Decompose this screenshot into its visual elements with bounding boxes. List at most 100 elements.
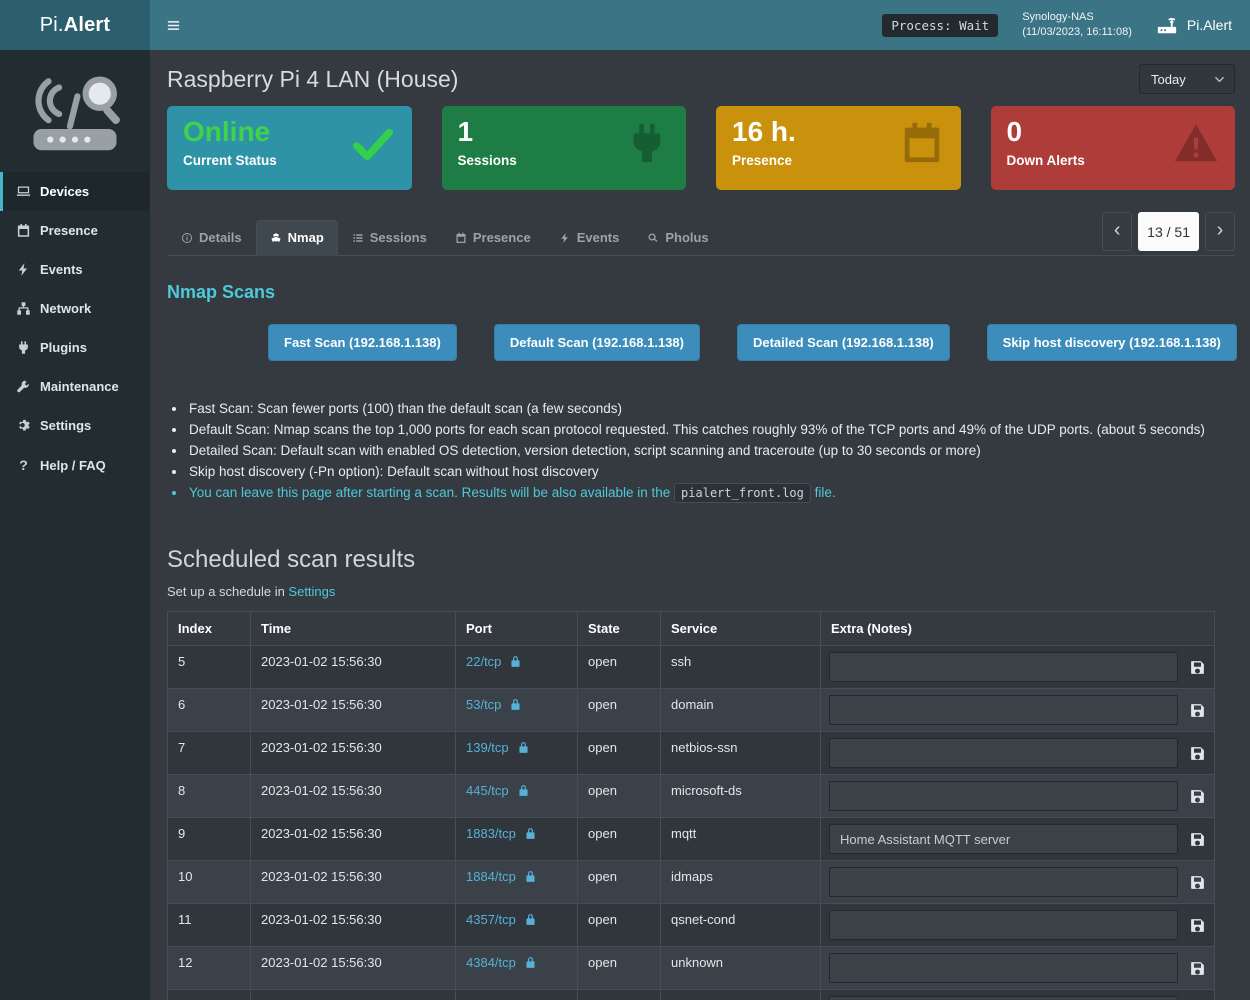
note-input[interactable] <box>829 781 1178 811</box>
cell-service: unknown <box>661 947 821 990</box>
status-card-current-status: Online Current Status <box>167 106 412 190</box>
cell-state: open <box>578 990 661 1000</box>
sidebar-item-help[interactable]: ? Help / FAQ <box>0 445 150 485</box>
note-input[interactable] <box>829 910 1178 940</box>
period-select[interactable]: Today <box>1139 64 1235 94</box>
tab-nmap[interactable]: Nmap <box>256 220 338 256</box>
page-title: Raspberry Pi 4 LAN (House) <box>167 66 458 93</box>
process-status-badge: Process: Wait <box>882 14 998 37</box>
col-header-service: Service <box>661 612 821 646</box>
sidebar-item-presence[interactable]: Presence <box>0 211 150 250</box>
cell-service: domain <box>661 689 821 732</box>
cell-time: 2023-01-02 15:56:30 <box>251 689 456 732</box>
log-file-chip: pialert_front.log <box>674 483 811 503</box>
bullet-log-note: You can leave this page after starting a… <box>187 482 1235 504</box>
device-tabs: Details Nmap Sessions Presence Events Ph… <box>167 220 723 255</box>
sidebar-item-network[interactable]: Network <box>0 289 150 328</box>
note-input[interactable] <box>829 996 1178 1000</box>
app-logo[interactable]: Pi.Alert <box>0 0 150 50</box>
save-icon <box>1189 788 1206 805</box>
save-note-button[interactable] <box>1189 745 1206 762</box>
save-note-button[interactable] <box>1189 788 1206 805</box>
save-icon <box>1189 917 1206 934</box>
save-icon <box>1189 960 1206 977</box>
note-input[interactable] <box>829 824 1178 854</box>
prev-device-button[interactable]: ‹ <box>1102 212 1132 251</box>
chevron-right-icon: › <box>1217 219 1224 242</box>
tab-events[interactable]: Events <box>545 220 634 256</box>
period-select-value: Today <box>1151 72 1186 87</box>
tab-label: Sessions <box>370 230 427 245</box>
cell-index: 12 <box>168 947 251 990</box>
tab-details[interactable]: Details <box>167 220 256 256</box>
sidebar-item-plugins[interactable]: Plugins <box>0 328 150 367</box>
col-header-time: Time <box>251 612 456 646</box>
cell-port: 139/tcp <box>456 732 578 775</box>
save-note-button[interactable] <box>1189 960 1206 977</box>
lock-icon <box>524 870 537 883</box>
user-menu[interactable]: Pi.Alert <box>1156 14 1232 36</box>
table-row: 7 2023-01-02 15:56:30 139/tcp open netbi… <box>168 732 1215 775</box>
note-input[interactable] <box>829 652 1178 682</box>
port-link[interactable]: 1883/tcp <box>466 826 516 841</box>
save-note-button[interactable] <box>1189 874 1206 891</box>
main-content: Raspberry Pi 4 LAN (House) Today Online … <box>150 50 1250 1000</box>
cell-state: open <box>578 904 661 947</box>
note-input[interactable] <box>829 867 1178 897</box>
calendar-icon <box>899 120 945 166</box>
table-row: 12 2023-01-02 15:56:30 4384/tcp open unk… <box>168 947 1215 990</box>
sidebar: Devices Presence Events Network Plugins … <box>0 50 150 1000</box>
table-row: 10 2023-01-02 15:56:30 1884/tcp open idm… <box>168 861 1215 904</box>
sidebar-item-devices[interactable]: Devices <box>0 172 150 211</box>
port-link[interactable]: 445/tcp <box>466 783 509 798</box>
note-input[interactable] <box>829 695 1178 725</box>
save-note-button[interactable] <box>1189 659 1206 676</box>
user-menu-label: Pi.Alert <box>1187 17 1232 33</box>
save-note-button[interactable] <box>1189 917 1206 934</box>
cell-port: 4357/tcp <box>456 904 578 947</box>
port-link[interactable]: 22/tcp <box>466 654 501 669</box>
default-scan-button[interactable]: Default Scan (192.168.1.138) <box>494 324 700 361</box>
cell-state: open <box>578 775 661 818</box>
skip-host-discovery-button[interactable]: Skip host discovery (192.168.1.138) <box>987 324 1237 361</box>
next-device-button[interactable]: › <box>1205 212 1235 251</box>
port-link[interactable]: 1884/tcp <box>466 869 516 884</box>
fast-scan-button[interactable]: Fast Scan (192.168.1.138) <box>268 324 457 361</box>
save-icon <box>1189 874 1206 891</box>
cell-state: open <box>578 861 661 904</box>
sidebar-item-settings[interactable]: Settings <box>0 406 150 445</box>
save-icon <box>1189 831 1206 848</box>
cell-time: 2023-01-02 15:56:30 <box>251 775 456 818</box>
detailed-scan-button[interactable]: Detailed Scan (192.168.1.138) <box>737 324 950 361</box>
tab-label: Presence <box>473 230 531 245</box>
cell-port: 1884/tcp <box>456 861 578 904</box>
cell-port: 8123/tcp <box>456 990 578 1000</box>
port-link[interactable]: 53/tcp <box>466 697 501 712</box>
tab-pholus[interactable]: Pholus <box>633 220 722 256</box>
port-link[interactable]: 139/tcp <box>466 740 509 755</box>
note-input[interactable] <box>829 953 1178 983</box>
port-link[interactable]: 4384/tcp <box>466 955 516 970</box>
cell-index: 8 <box>168 775 251 818</box>
sidebar-toggle-button[interactable] <box>166 18 181 33</box>
sidebar-item-maintenance[interactable]: Maintenance <box>0 367 150 406</box>
sidebar-item-events[interactable]: Events <box>0 250 150 289</box>
sidebar-item-label: Network <box>40 301 91 316</box>
calendar-icon <box>16 223 31 238</box>
tab-presence[interactable]: Presence <box>441 220 545 256</box>
save-note-button[interactable] <box>1189 831 1206 848</box>
port-link[interactable]: 4357/tcp <box>466 912 516 927</box>
cell-port: 4384/tcp <box>456 947 578 990</box>
table-row: 8 2023-01-02 15:56:30 445/tcp open micro… <box>168 775 1215 818</box>
cell-index: 13 <box>168 990 251 1000</box>
save-note-button[interactable] <box>1189 702 1206 719</box>
note-input[interactable] <box>829 738 1178 768</box>
nmap-scans-heading: Nmap Scans <box>167 282 1235 303</box>
check-icon <box>350 120 396 166</box>
settings-link[interactable]: Settings <box>288 584 335 599</box>
tab-sessions[interactable]: Sessions <box>338 220 441 256</box>
scan-descriptions: Fast Scan: Scan fewer ports (100) than t… <box>170 398 1235 504</box>
calendar-icon <box>455 232 467 244</box>
bullet-fast-scan: Fast Scan: Scan fewer ports (100) than t… <box>187 398 1235 419</box>
lock-icon <box>524 827 537 840</box>
